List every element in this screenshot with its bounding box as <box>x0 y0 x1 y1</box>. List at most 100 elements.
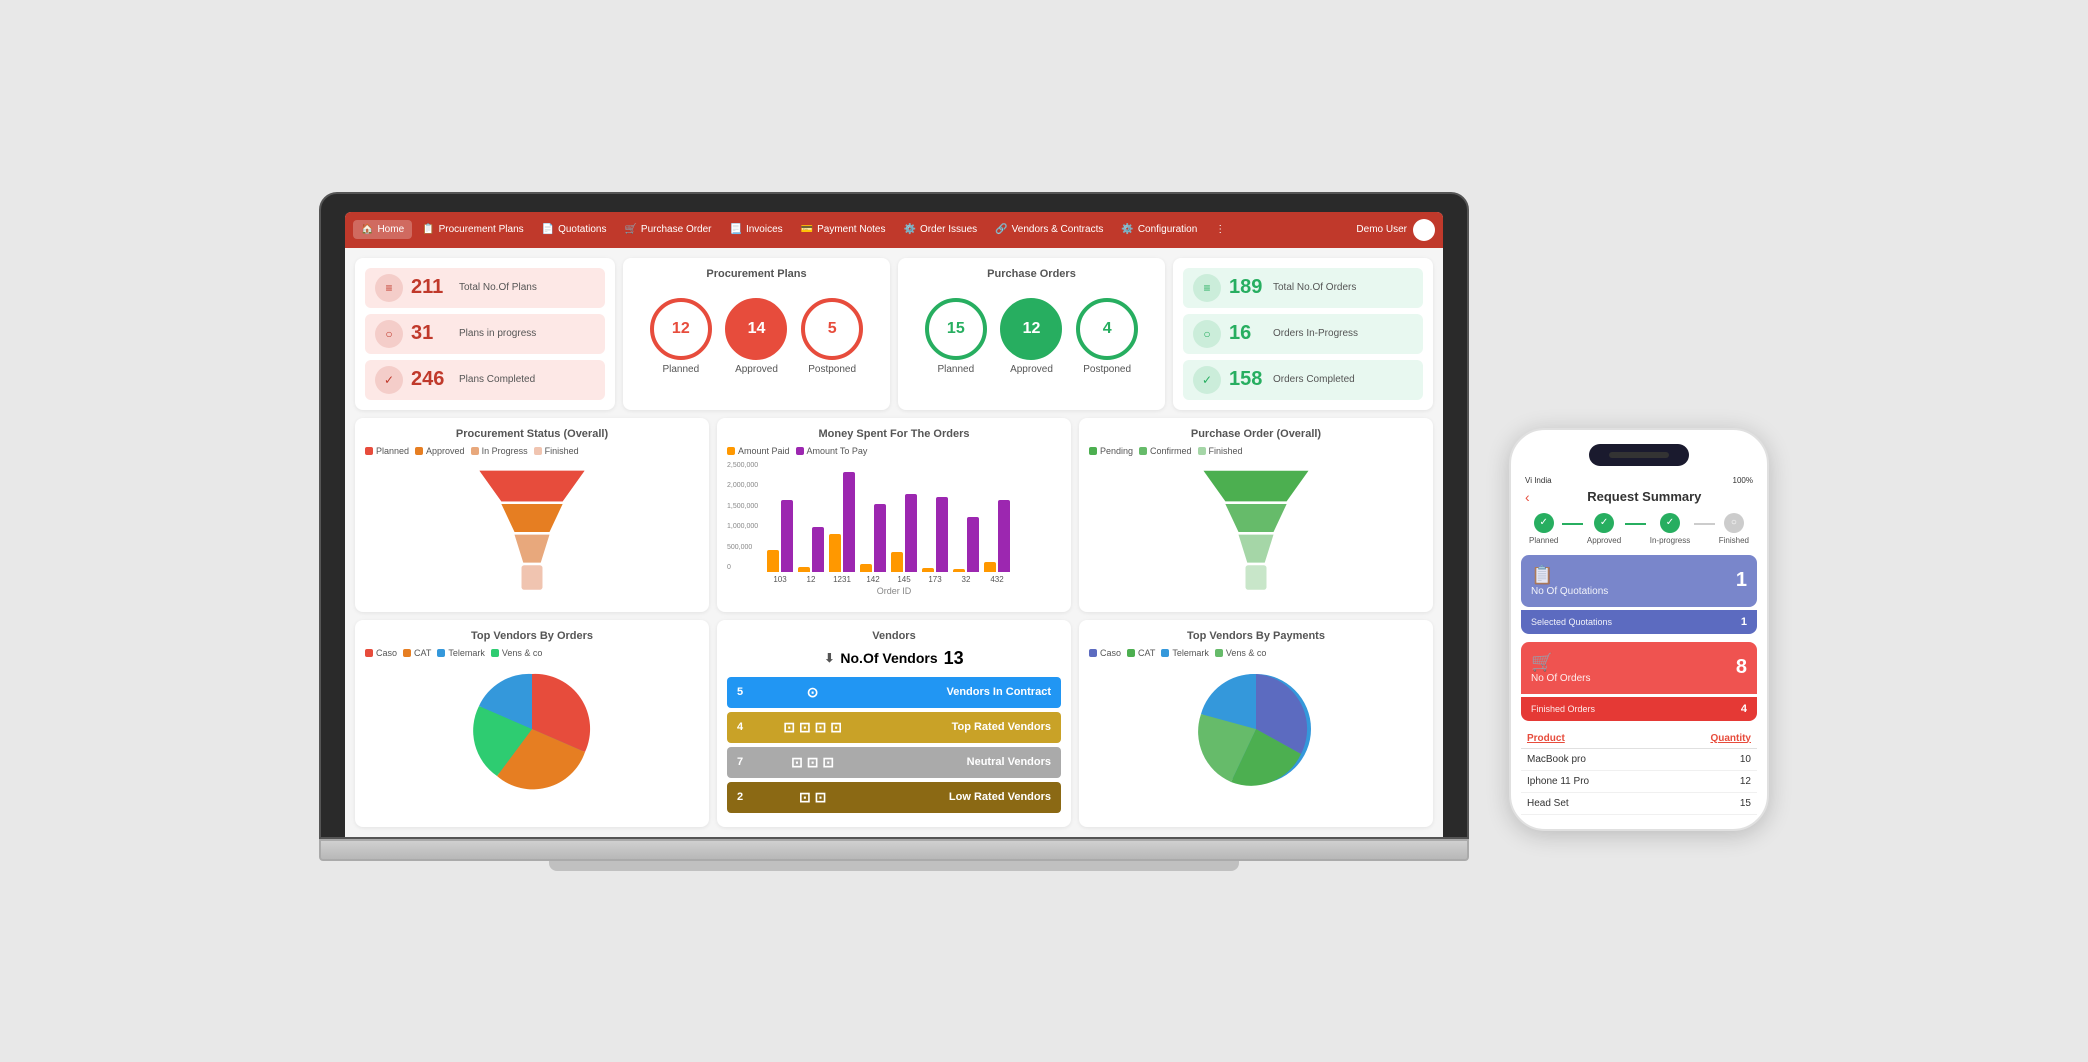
completed-orders-icon: ✓ <box>1193 366 1221 394</box>
bar-32-paid <box>953 569 965 572</box>
laptop-foot <box>549 861 1239 871</box>
phone-notch <box>1589 444 1689 466</box>
po-postponed-circle-item: 4 Postponed <box>1076 298 1138 375</box>
product-qty-2: 15 <box>1740 798 1751 809</box>
top-vendors-orders-card: Top Vendors By Orders Caso CAT Telemark <box>355 620 709 827</box>
step-approved-circle: ✓ <box>1594 513 1614 533</box>
laptop-screen-inner: 🏠 Home 📋 Procurement Plans 📄 Quotations … <box>345 212 1443 837</box>
postponed-circle-label: Postponed <box>801 364 863 375</box>
order-card-left: 🛒 No Of Orders <box>1531 652 1590 684</box>
low-rated-vendors-row: 2 ⊡ ⊡ Low Rated Vendors <box>727 782 1061 813</box>
completed-plans-label: Plans Completed <box>459 374 535 385</box>
vendors-card: Vendors ⬇ No.Of Vendors 13 5 ⊙ Vendors I… <box>717 620 1071 827</box>
completed-plans-number: 246 <box>411 368 451 391</box>
nav-config[interactable]: ⚙️ Configuration <box>1113 220 1205 239</box>
bar-142-paid <box>860 564 872 572</box>
legend-pending: Pending <box>1089 446 1133 456</box>
step-line-3 <box>1694 523 1715 525</box>
legend-amount-to-pay: Amount To Pay <box>796 446 868 456</box>
low-rated-num: 2 <box>737 791 765 803</box>
po-planned-circle: 15 <box>925 298 987 360</box>
total-orders-number: 189 <box>1229 276 1265 299</box>
money-legend: Amount Paid Amount To Pay <box>727 446 1061 456</box>
nav-more[interactable]: ⋮ <box>1207 220 1233 239</box>
selected-quotations-num: 1 <box>1741 616 1747 628</box>
inprogress-orders-icon: ○ <box>1193 320 1221 348</box>
product-qty-0: 10 <box>1740 754 1751 765</box>
step-planned-circle: ✓ <box>1534 513 1554 533</box>
nav-vendors[interactable]: 🔗 Vendors & Contracts <box>987 220 1111 239</box>
product-name-0: MacBook pro <box>1527 754 1586 765</box>
legend-approved: Approved <box>415 446 465 456</box>
approved-circle: 14 <box>725 298 787 360</box>
x-axis-labels: 103 12 1231 142 145 173 32 432 <box>727 575 1061 584</box>
bar-12-topay <box>812 527 824 572</box>
nav-invoices[interactable]: 📃 Invoices <box>722 220 791 239</box>
selected-quotations-label: Selected Quotations <box>1531 617 1612 627</box>
top-section: ≡ 211 Total No.Of Plans ○ 31 Plans in pr… <box>355 258 1433 410</box>
procurement-circles: 12 Planned 14 Approved <box>633 288 880 385</box>
vendors-count: ⬇ No.Of Vendors 13 <box>727 648 1061 669</box>
funnel-svg <box>462 462 602 602</box>
po-planned-label: Planned <box>925 364 987 375</box>
inprogress-plans-row: ○ 31 Plans in progress <box>365 314 605 354</box>
po-approved-circle-item: 12 Approved <box>1000 298 1062 375</box>
vendors-count-label: No.Of Vendors <box>840 650 937 666</box>
nav-home[interactable]: 🏠 Home <box>353 220 412 239</box>
nav-payment-notes[interactable]: 💳 Payment Notes <box>793 220 894 239</box>
phone-battery: 100% <box>1733 476 1753 485</box>
total-orders-label: Total No.Of Orders <box>1273 282 1356 293</box>
nav-order-issues[interactable]: ⚙️ Order Issues <box>895 220 985 239</box>
planned-circle: 12 <box>650 298 712 360</box>
vendors-total: 13 <box>944 648 964 669</box>
back-button[interactable]: ‹ <box>1525 489 1530 505</box>
quotation-card-left: 📋 No Of Quotations <box>1531 565 1608 597</box>
phone: Vi India 100% ‹ Request Summary ✓ Planne… <box>1509 428 1769 831</box>
nav-purchase-order[interactable]: 🛒 Purchase Order <box>616 220 719 239</box>
orders-stats-card: ≡ 189 Total No.Of Orders ○ 16 Orders In-… <box>1173 258 1433 410</box>
vendors-payments-legend: Caso CAT Telemark Vens & co <box>1089 648 1423 658</box>
po-postponed-label: Postponed <box>1076 364 1138 375</box>
completed-orders-row: ✓ 158 Orders Completed <box>1183 360 1423 400</box>
planned-circle-label: Planned <box>650 364 712 375</box>
step-planned-label: Planned <box>1529 536 1558 545</box>
nav-procurement[interactable]: 📋 Procurement Plans <box>414 220 532 239</box>
vendors-title: Vendors <box>727 630 1061 642</box>
phone-header: ‹ Request Summary <box>1521 489 1757 513</box>
step-inprogress-label: In-progress <box>1650 536 1690 545</box>
inprogress-orders-number: 16 <box>1229 322 1265 345</box>
step-approved: ✓ Approved <box>1587 513 1621 545</box>
top-rated-num: 4 <box>737 721 765 733</box>
purchase-circles-card: Purchase Orders 15 Planned <box>898 258 1165 410</box>
total-plans-icon: ≡ <box>375 274 403 302</box>
completed-plans-row: ✓ 246 Plans Completed <box>365 360 605 400</box>
vendors-orders-pie <box>365 664 699 794</box>
quotation-card: 📋 No Of Quotations 1 <box>1521 555 1757 607</box>
nav-quotations[interactable]: 📄 Quotations <box>534 220 615 239</box>
laptop: 🏠 Home 📋 Procurement Plans 📄 Quotations … <box>319 192 1469 871</box>
bar-432-topay <box>998 500 1010 572</box>
bar-173-topay <box>936 497 948 572</box>
low-rated-label: Low Rated Vendors <box>860 791 1051 803</box>
money-spent-card: Money Spent For The Orders Amount Paid A… <box>717 418 1071 612</box>
laptop-screen-outer: 🏠 Home 📋 Procurement Plans 📄 Quotations … <box>319 192 1469 839</box>
planned-circle-item: 12 Planned <box>650 298 712 375</box>
bottom-section: Top Vendors By Orders Caso CAT Telemark <box>355 620 1433 827</box>
legend-telemark: Telemark <box>437 648 485 658</box>
legend-telemark-p: Telemark <box>1161 648 1209 658</box>
neutral-icons: ⊡ ⊡ ⊡ <box>765 754 860 771</box>
legend-confirmed: Confirmed <box>1139 446 1192 456</box>
approved-circle-label: Approved <box>725 364 787 375</box>
legend-amount-paid: Amount Paid <box>727 446 790 456</box>
completed-orders-label: Orders Completed <box>1273 374 1355 385</box>
quantity-col-header: Quantity <box>1710 733 1751 744</box>
quotation-icon: 📋 <box>1531 565 1608 586</box>
bar-142-topay <box>874 504 886 572</box>
laptop-base <box>319 839 1469 861</box>
inprogress-plans-icon: ○ <box>375 320 403 348</box>
top-vendors-payments-card: Top Vendors By Payments Caso CAT Telemar… <box>1079 620 1433 827</box>
purchase-legend: Pending Confirmed Finished <box>1089 446 1423 456</box>
main-content: ≡ 211 Total No.Of Plans ○ 31 Plans in pr… <box>345 248 1443 837</box>
nav-user: Demo User <box>1356 219 1435 241</box>
navbar: 🏠 Home 📋 Procurement Plans 📄 Quotations … <box>345 212 1443 248</box>
